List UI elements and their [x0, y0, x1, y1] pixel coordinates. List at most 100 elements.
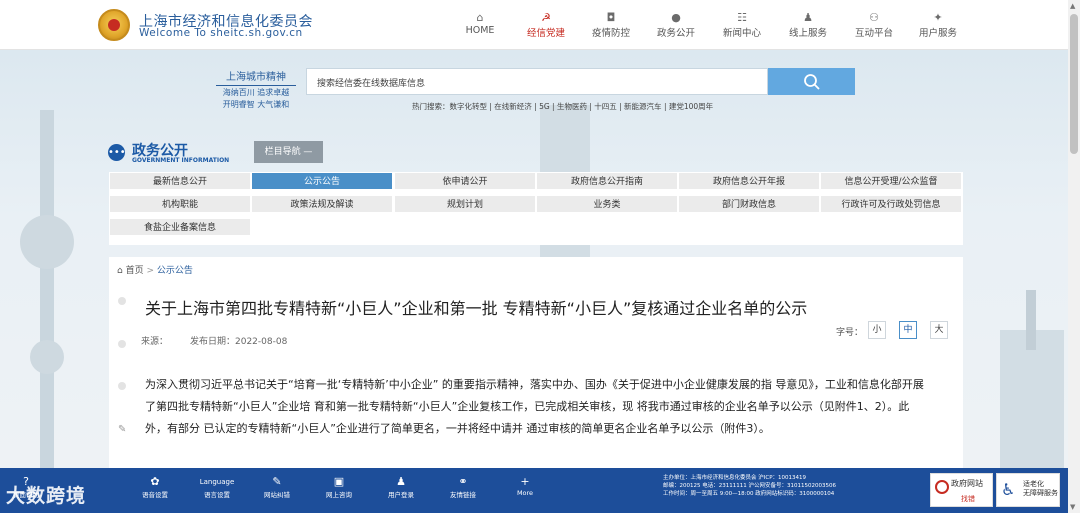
font-size-button[interactable]: 大	[930, 321, 948, 339]
chat-bubble-icon: •••	[108, 144, 126, 161]
tab-item[interactable]: 政策法规及解读	[251, 195, 393, 213]
city-spirit-line: 海纳百川 追求卓越	[222, 88, 290, 97]
tab-item[interactable]: 依申请公开	[394, 172, 536, 190]
footer-button[interactable]: ✎ 网站纠错	[250, 475, 304, 499]
login-icon: ♟	[396, 475, 406, 488]
section-subtitle: GOVERNMENT INFORMATION	[132, 157, 230, 164]
footer-button[interactable]: ? 页面帮助	[4, 475, 48, 499]
tab-item[interactable]: 最新信息公开	[109, 172, 251, 190]
nav-label: 新闻中心	[722, 28, 761, 39]
bullet-dot	[118, 382, 126, 390]
bullet-dot	[118, 340, 126, 348]
nav-item-1[interactable]: ⌂ HOME	[450, 10, 510, 36]
site-info-line: 主办单位：上海市经济和信息化委员会 沪ICP：10013419	[663, 475, 807, 481]
nav-item-2[interactable]: ☭ 经信党建	[516, 10, 576, 39]
search-icon	[803, 73, 820, 90]
article-title: 关于上海市第四批专精特新“小巨人”企业和第一批 专精特新“小巨人”复核通过企业名…	[145, 299, 808, 318]
emblem-logo[interactable]	[98, 9, 130, 41]
footer-button[interactable]: ⚭ 友情链接	[436, 475, 490, 499]
footer-button[interactable]: ▣ 网上咨询	[312, 475, 366, 499]
article-body: 为深入贯彻习近平总书记关于“培育一批‘专精特新’中小企业” 的重要指示精神，落实…	[145, 378, 924, 435]
wrench-icon: ✎	[272, 475, 282, 488]
accessibility-icon: ♿	[1001, 480, 1016, 499]
skyline-sphere	[30, 340, 64, 374]
person-service-icon: ♟	[803, 11, 813, 24]
language-icon: Language	[199, 478, 235, 486]
scrollbar[interactable]: ▲ ▼	[1068, 0, 1080, 513]
city-spirit: 上海城市精神 海纳百川 追求卓越 开明睿智 大气谦和	[216, 68, 296, 110]
nav-item-6[interactable]: ♟ 线上服务	[778, 10, 838, 39]
footer-button[interactable]: ✿ 语音设置	[128, 475, 182, 499]
link-icon: ⚭	[458, 475, 468, 488]
nav-label: 用户服务	[918, 28, 957, 39]
hot-search-links[interactable]: 热门搜索：数字化转型 | 在线新经济 | 5G | 生物医药 | 十四五 | 新…	[412, 101, 713, 112]
category-tabs: 最新信息公开 公示公告 依申请公开 政府信息公开指南 政府信息公开年报 信息公开受理/公众…	[109, 172, 963, 245]
accessibility-label: 适老化 无障碍服务	[1023, 480, 1058, 498]
footer-button-label: 友情链接	[450, 491, 476, 499]
nav-item-5[interactable]: ☷ 新闻中心	[712, 10, 772, 39]
gov-site-badge[interactable]: 政府网站 找错	[930, 473, 993, 507]
consult-icon: ▣	[333, 475, 345, 488]
column-nav-toggle[interactable]: 栏目导航 —	[254, 141, 323, 163]
footer-button-label: More	[516, 489, 534, 497]
gov-site-sub: 找错	[961, 495, 975, 503]
help-icon: ?	[23, 475, 29, 488]
footer-button[interactable]: + More	[498, 475, 552, 497]
tab-item[interactable]: 部门财政信息	[678, 195, 820, 213]
footer-button-label: 网站纠错	[264, 491, 290, 499]
skyline-sphere	[20, 215, 74, 269]
scroll-up-icon[interactable]: ▲	[1070, 2, 1075, 10]
plus-icon: +	[520, 475, 530, 488]
nav-item-7[interactable]: ⚇ 互动平台	[844, 10, 904, 39]
footer-button[interactable]: Language 语言设置	[190, 475, 244, 499]
tab-item[interactable]: 规划计划	[394, 195, 536, 213]
nav-label: 互动平台	[854, 28, 893, 39]
scroll-down-icon[interactable]: ▼	[1070, 503, 1075, 511]
search-button[interactable]	[768, 68, 855, 95]
home-icon: ⌂	[117, 266, 123, 276]
nav-label: 政务公开	[656, 28, 695, 39]
nav-item-3[interactable]: ◘ 疫情防控	[581, 10, 641, 39]
news-icon: ☷	[737, 11, 747, 24]
section-heading: ••• 政务公开 GOVERNMENT INFORMATION	[108, 140, 248, 168]
tab-item[interactable]: 食盐企业备案信息	[109, 218, 251, 236]
accessibility-line: 适老化	[1023, 480, 1044, 488]
footer-button-label: 页面帮助	[13, 491, 39, 499]
edit-icon[interactable]: ✎	[118, 425, 128, 435]
breadcrumb-home[interactable]: 首页	[126, 266, 144, 276]
font-size-button[interactable]: 小	[868, 321, 886, 339]
tab-item[interactable]: 信息公开受理/公众监督	[820, 172, 962, 190]
site-info: 主办单位：上海市经济和信息化委员会 沪ICP：10013419 邮编：20012…	[663, 474, 836, 498]
nav-item-8[interactable]: ✦ 用户服务	[908, 10, 968, 39]
nav-item-4[interactable]: ● 政务公开	[646, 10, 706, 39]
site-info-line: 邮编：200125 电话：23111111 沪公网安备号：31011502003…	[663, 483, 836, 489]
tab-item[interactable]: 行政许可及行政处罚信息	[820, 195, 962, 213]
breadcrumb: ⌂ 首页 > 公示公告	[117, 263, 193, 276]
city-spirit-line: 开明睿智 大气谦和	[222, 100, 290, 109]
accessibility-badge[interactable]: ♿ 适老化 无障碍服务	[996, 473, 1060, 507]
skyline-tower	[40, 110, 54, 470]
search-input[interactable]: 搜索经信委在线数据库信息	[306, 68, 768, 95]
article-date: 发布日期：2022-08-08	[190, 337, 288, 347]
footer-button-label: 用户登录	[388, 491, 414, 499]
font-size-button[interactable]: 中	[899, 321, 917, 339]
tab-item[interactable]: 机构职能	[109, 195, 251, 213]
breadcrumb-current[interactable]: 公示公告	[157, 266, 193, 276]
interact-icon: ⚇	[869, 11, 879, 24]
shield-icon: ◘	[606, 11, 616, 24]
city-spirit-title: 上海城市精神	[216, 68, 296, 86]
tab-item[interactable]: 业务类	[536, 195, 678, 213]
nav-label: HOME	[465, 25, 495, 36]
footer-button[interactable]: ♟ 用户登录	[374, 475, 428, 499]
nav-label: 疫情防控	[591, 28, 630, 39]
settings-icon: ✿	[150, 475, 160, 488]
magnifier-icon	[935, 480, 949, 494]
scrollbar-thumb[interactable]	[1070, 14, 1078, 154]
nav-label: 经信党建	[526, 28, 565, 39]
font-size-label: 字号：	[836, 328, 864, 338]
bullet-dot	[118, 297, 126, 305]
tab-item[interactable]: 政府信息公开指南	[536, 172, 678, 190]
tab-item[interactable]: 政府信息公开年报	[678, 172, 820, 190]
tab-item[interactable]: 公示公告	[251, 172, 393, 190]
site-subtitle: Welcome To sheitc.sh.gov.cn	[139, 27, 303, 39]
